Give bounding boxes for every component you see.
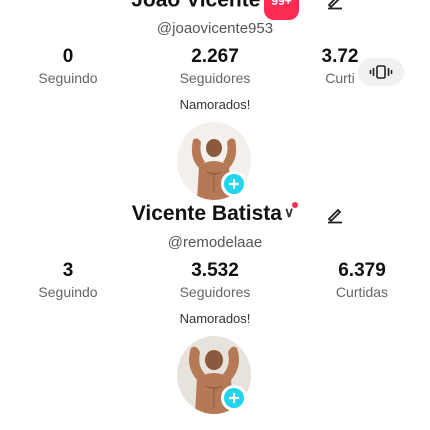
plus-icon <box>229 393 239 403</box>
stat-likes[interactable]: 6.379 Curtidas <box>302 260 422 302</box>
profile-handle: @remodelaae <box>167 234 263 251</box>
profile-name-text: Vicente Batista <box>131 202 282 225</box>
profile-note[interactable]: Namorados! <box>172 96 258 114</box>
stat-label: Seguindo <box>38 284 98 300</box>
name-row: Joao Vicente 99+ <box>0 0 430 20</box>
avatar-container[interactable] <box>177 336 253 416</box>
stat-value: 6.379 <box>338 260 386 281</box>
stat-value: 3.532 <box>191 260 239 281</box>
plus-icon <box>229 179 239 189</box>
stat-label: Curtidas <box>335 284 389 300</box>
stats-row: 3 Seguindo 3.532 Seguidores 6.379 Curtid… <box>0 260 430 304</box>
profile-name-text: Joao Vicente <box>131 0 261 12</box>
avatar-container[interactable] <box>177 122 253 202</box>
stat-value: 2.267 <box>191 46 239 67</box>
profile-name: Joao Vicente 99+ <box>0 0 430 20</box>
profile-header-bottom: Vicente Batista ∨ @remodelaae 3 Seguindo … <box>0 196 430 416</box>
notification-badge[interactable]: 99+ <box>264 0 299 20</box>
stat-value: 0 <box>62 46 74 67</box>
edit-icon[interactable] <box>325 204 345 224</box>
profile-name[interactable]: Vicente Batista ∨ <box>0 196 430 232</box>
profile-handle: @joaovicente953 <box>156 20 274 37</box>
edit-icon[interactable] <box>325 0 345 10</box>
name-row: Vicente Batista ∨ <box>0 196 430 232</box>
stat-label: Seguidores <box>179 284 251 300</box>
vibrate-icon <box>369 65 393 79</box>
chevron-down-icon: ∨ <box>283 204 295 221</box>
vibrate-toggle[interactable] <box>358 58 404 86</box>
stat-following[interactable]: 0 Seguindo <box>8 46 128 88</box>
stat-following[interactable]: 3 Seguindo <box>8 260 128 302</box>
stat-label: Seguidores <box>179 70 251 86</box>
stat-followers[interactable]: 3.532 Seguidores <box>155 260 275 302</box>
stat-label: Seguindo <box>38 70 98 86</box>
add-story-button[interactable] <box>221 385 247 411</box>
profile-note[interactable]: Namorados! <box>172 310 258 328</box>
stat-followers[interactable]: 2.267 Seguidores <box>155 46 275 88</box>
profile-header-top: Joao Vicente 99+ @joaovicente953 0 Seguin… <box>0 0 430 202</box>
stat-value: 3 <box>62 260 74 281</box>
add-story-button[interactable] <box>221 171 247 197</box>
stats-row: 0 Seguindo 2.267 Seguidores 3.72 Curti <box>0 46 430 90</box>
